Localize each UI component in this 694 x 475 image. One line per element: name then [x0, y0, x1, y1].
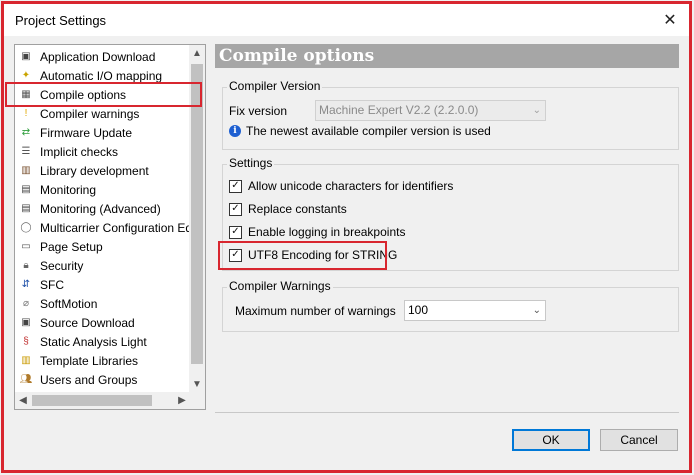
warning-icon: !: [24, 108, 28, 119]
softmotion-icon: ⌀: [22, 298, 30, 309]
sidebar-item-label: Security: [40, 258, 84, 273]
security-lock-icon: 🔒︎: [23, 260, 29, 271]
scroll-right-icon[interactable]: ▶: [174, 392, 190, 409]
implicit-checks-icon: ☰: [21, 146, 31, 157]
sidebar-item-label: Static Analysis Light: [40, 334, 147, 349]
sidebar-item-sfc[interactable]: ⇵ SFC: [15, 275, 190, 294]
replace-constants-label: Replace constants: [248, 202, 347, 216]
sidebar-item-library-development[interactable]: ▥ Library development: [15, 161, 190, 180]
option-utf8-encoding[interactable]: ✓ UTF8 Encoding for STRING: [229, 247, 397, 263]
replace-constants-checkbox[interactable]: ✓: [229, 202, 242, 216]
compiler-warnings-group-title: Compiler Warnings: [227, 279, 333, 293]
chevron-down-icon: ⌄: [532, 105, 541, 116]
sidebar-item-source-download[interactable]: ▣ Source Download: [15, 313, 190, 332]
sidebar-item-automatic-i-o-mapping[interactable]: ✦ Automatic I/O mapping: [15, 66, 190, 85]
settings-category-tree: ▣ Application Download ✦ Automatic I/O mapp…: [14, 44, 206, 410]
sidebar-item-label: Multicarrier Configuration Edito: [40, 220, 190, 235]
library-icon: ▥: [21, 165, 31, 176]
sidebar-item-page-setup[interactable]: ▭ Page Setup: [15, 237, 190, 256]
max-warnings-value: 100: [408, 303, 429, 317]
vertical-scroll-thumb[interactable]: [191, 64, 203, 364]
sidebar-item-users-and-groups[interactable]: 👥︎ Users and Groups: [15, 370, 190, 389]
max-warnings-label: Maximum number of warnings: [235, 304, 396, 318]
sidebar-item-static-analysis-light[interactable]: § Static Analysis Light: [15, 332, 190, 351]
sidebar-item-label: Compile options: [40, 87, 127, 102]
monitoring-icon: ▤: [21, 184, 31, 195]
app-download-icon: ▣: [21, 51, 31, 62]
multicarrier-icon: ◯: [20, 222, 32, 233]
vertical-scrollbar[interactable]: ▲ ▼: [189, 45, 205, 393]
close-icon[interactable]: ✕: [656, 6, 684, 34]
page-title: Compile options: [215, 44, 679, 68]
sidebar-item-label: Monitoring (Advanced): [40, 201, 161, 216]
allow-unicode-label: Allow unicode characters for identifiers: [248, 179, 454, 193]
sidebar-item-firmware-update[interactable]: ⇄ Firmware Update: [15, 123, 190, 142]
horizontal-scrollbar[interactable]: ◀ ▶: [15, 392, 190, 409]
template-libraries-icon: ▥: [21, 355, 31, 366]
page-setup-icon: ▭: [21, 241, 31, 252]
sidebar-item-label: Template Libraries: [40, 353, 139, 368]
sidebar-item-security[interactable]: 🔒︎ Security: [15, 256, 190, 275]
sidebar-item-label: Firmware Update: [40, 125, 133, 140]
option-allow-unicode[interactable]: ✓ Allow unicode characters for identifie…: [229, 178, 453, 194]
fix-version-value: Machine Expert V2.2 (2.2.0.0): [319, 103, 479, 117]
enable-logging-label: Enable logging in breakpoints: [248, 225, 406, 239]
sidebar-item-compiler-warnings[interactable]: ! Compiler warnings: [15, 104, 190, 123]
scroll-up-icon[interactable]: ▲: [189, 45, 205, 62]
settings-group-title: Settings: [227, 156, 275, 170]
sidebar-item-application-download[interactable]: ▣ Application Download: [15, 47, 190, 66]
info-icon: i: [229, 125, 241, 137]
footer-divider: [215, 412, 679, 413]
category-list: ▣ Application Download ✦ Automatic I/O mapp…: [15, 45, 190, 393]
sidebar-item-compile-options[interactable]: ▦ Compile options: [15, 85, 190, 104]
scrollbar-corner: [189, 392, 205, 409]
sidebar-item-label: SoftMotion: [40, 296, 98, 311]
utf8-encoding-label: UTF8 Encoding for STRING: [248, 248, 398, 262]
monitoring-advanced-icon: ▤: [21, 203, 31, 214]
option-enable-logging[interactable]: ✓ Enable logging in breakpoints: [229, 224, 405, 240]
dialog-title: Project Settings: [15, 13, 107, 28]
horizontal-scroll-thumb[interactable]: [32, 395, 152, 406]
io-mapping-icon: ✦: [21, 70, 31, 81]
sidebar-item-softmotion[interactable]: ⌀ SoftMotion: [15, 294, 190, 313]
sidebar-item-label: Implicit checks: [40, 144, 119, 159]
scroll-down-icon[interactable]: ▼: [189, 376, 205, 393]
sidebar-item-template-libraries[interactable]: ▥ Template Libraries: [15, 351, 190, 370]
allow-unicode-checkbox[interactable]: ✓: [229, 179, 242, 193]
sidebar-item-label: Source Download: [40, 315, 135, 330]
fix-version-label: Fix version: [229, 104, 288, 118]
sidebar-item-label: SFC: [40, 277, 64, 292]
sidebar-item-label: Library development: [40, 163, 149, 178]
compiler-version-group-title: Compiler Version: [227, 79, 323, 93]
sidebar-item-monitoring-advanced[interactable]: ▤ Monitoring (Advanced): [15, 199, 190, 218]
sfc-icon: ⇵: [21, 279, 31, 290]
cancel-button[interactable]: Cancel: [600, 429, 678, 451]
sidebar-item-label: Automatic I/O mapping: [40, 68, 163, 83]
fix-version-select: Machine Expert V2.2 (2.2.0.0) ⌄: [315, 100, 546, 121]
sidebar-item-label: Compiler warnings: [40, 106, 140, 121]
firmware-icon: ⇄: [21, 127, 31, 138]
sidebar-item-label: Application Download: [40, 49, 156, 64]
users-groups-icon: 👥︎: [19, 374, 33, 385]
sidebar-item-label: Users and Groups: [40, 372, 138, 387]
sidebar-item-implicit-checks[interactable]: ☰ Implicit checks: [15, 142, 190, 161]
sidebar-item-label: Monitoring: [40, 182, 97, 197]
enable-logging-checkbox[interactable]: ✓: [229, 225, 242, 239]
scroll-left-icon[interactable]: ◀: [15, 392, 31, 409]
project-settings-dialog: Project Settings ✕ ▣ Application Download…: [0, 0, 694, 475]
chevron-down-icon: ⌄: [532, 305, 541, 316]
compile-options-icon: ▦: [21, 89, 31, 100]
sidebar-item-monitoring[interactable]: ▤ Monitoring: [15, 180, 190, 199]
static-analysis-icon: §: [23, 336, 29, 347]
compiler-version-info-text: The newest available compiler version is…: [246, 124, 491, 138]
option-replace-constants[interactable]: ✓ Replace constants: [229, 201, 347, 217]
sidebar-item-multicarrier-configuration-edito[interactable]: ◯ Multicarrier Configuration Edito: [15, 218, 190, 237]
ok-button[interactable]: OK: [512, 429, 590, 451]
title-bar: Project Settings ✕: [4, 4, 690, 36]
source-download-icon: ▣: [21, 317, 31, 328]
max-warnings-select[interactable]: 100 ⌄: [404, 300, 546, 321]
sidebar-item-label: Page Setup: [40, 239, 103, 254]
utf8-encoding-checkbox[interactable]: ✓: [229, 248, 242, 262]
